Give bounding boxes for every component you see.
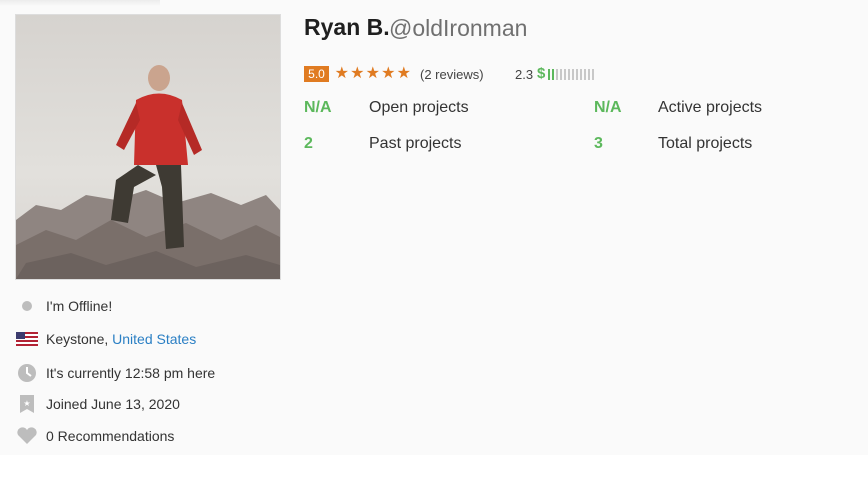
star-rating: ★ ★ ★ ★ ★ bbox=[334, 64, 412, 84]
active-projects-label: Active projects bbox=[658, 99, 763, 116]
profile-avatar bbox=[15, 14, 281, 280]
badge-icon: ★ bbox=[14, 393, 40, 415]
earnings-bar-segment bbox=[572, 69, 574, 80]
open-projects-label: Open projects bbox=[369, 99, 469, 116]
past-projects-label: Past projects bbox=[369, 135, 462, 152]
earnings-dollar-icon: $ bbox=[537, 65, 546, 82]
earnings-bar-segment bbox=[556, 69, 558, 80]
earnings-score: 2.3 bbox=[515, 67, 534, 82]
svg-text:★: ★ bbox=[23, 399, 30, 408]
recommendations-text: 0 Recommendations bbox=[46, 428, 175, 444]
earnings-bar-segment bbox=[592, 69, 594, 80]
joined-row: ★ Joined June 13, 2020 bbox=[14, 391, 180, 417]
location-country-link[interactable]: United States bbox=[112, 331, 196, 347]
earnings-bar-segment bbox=[560, 69, 562, 80]
star-icon: ★ bbox=[350, 65, 365, 82]
location-row: Keystone, United States bbox=[14, 326, 196, 352]
status-dot-icon bbox=[14, 295, 40, 317]
earnings-bar-segment bbox=[568, 69, 570, 80]
earnings-bar-segment bbox=[552, 69, 554, 80]
joined-text: Joined June 13, 2020 bbox=[46, 396, 180, 412]
status-text: I'm Offline! bbox=[46, 298, 113, 314]
profile-name: Ryan B. bbox=[304, 14, 390, 40]
recommendations-row: 0 Recommendations bbox=[14, 423, 174, 449]
heart-icon bbox=[14, 425, 40, 447]
rating-badge: 5.0 bbox=[304, 66, 329, 82]
star-icon: ★ bbox=[381, 65, 396, 82]
open-projects-value: N/A bbox=[304, 99, 332, 116]
location-city: Keystone, bbox=[46, 331, 113, 347]
total-projects-label: Total projects bbox=[658, 135, 753, 152]
status-row: I'm Offline! bbox=[14, 293, 112, 319]
earnings-bar-segment bbox=[576, 69, 578, 80]
top-edge bbox=[0, 0, 160, 6]
active-projects-value: N/A bbox=[594, 99, 622, 116]
clock-icon bbox=[14, 362, 40, 384]
earnings-bar-segment bbox=[584, 69, 586, 80]
total-projects-value: 3 bbox=[594, 135, 603, 152]
earnings-bar bbox=[548, 69, 594, 80]
local-time-row: It's currently 12:58 pm here bbox=[14, 360, 215, 386]
reviews-count[interactable]: (2 reviews) bbox=[420, 67, 484, 82]
star-icon: ★ bbox=[365, 65, 380, 82]
earnings-bar-segment bbox=[564, 69, 566, 80]
earnings-bar-segment bbox=[580, 69, 582, 80]
star-icon: ★ bbox=[334, 65, 349, 82]
local-time-text: It's currently 12:58 pm here bbox=[46, 365, 216, 381]
earnings-bar-segment bbox=[588, 69, 590, 80]
past-projects-value: 2 bbox=[304, 135, 313, 152]
star-icon: ★ bbox=[396, 65, 411, 82]
us-flag-icon bbox=[14, 328, 40, 350]
profile-handle: @oldIronman bbox=[389, 15, 528, 41]
earnings-bar-segment bbox=[548, 69, 550, 80]
